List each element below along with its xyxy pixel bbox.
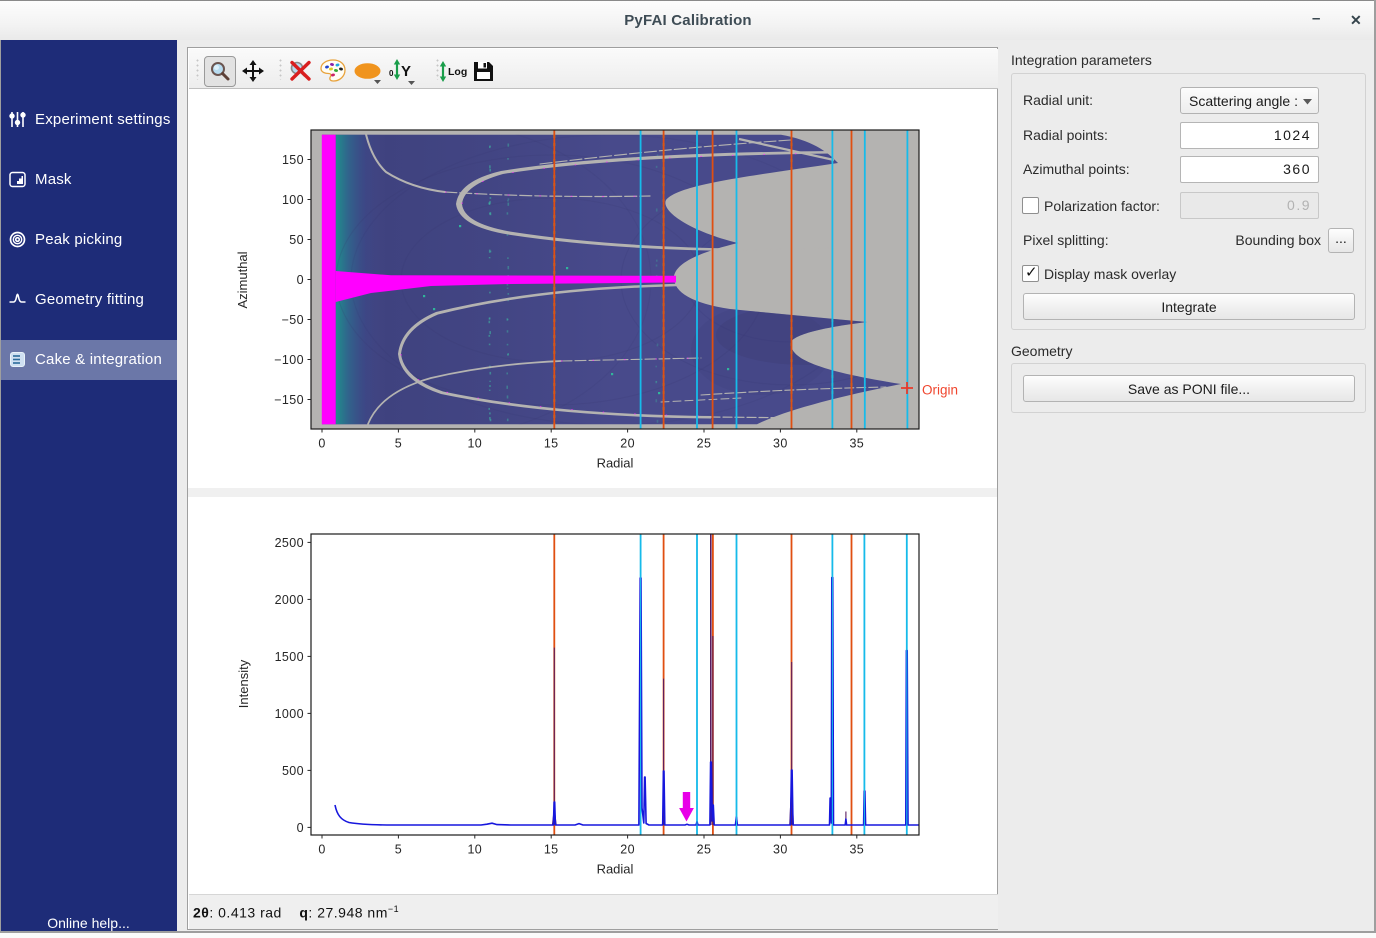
svg-text:10: 10 [467,843,482,857]
svg-text:Intensity: Intensity [236,659,251,708]
svg-text:35: 35 [849,437,864,451]
svg-text:150: 150 [282,153,304,167]
svg-text:Radial: Radial [597,862,634,877]
svg-text:30: 30 [773,843,788,857]
svg-text:10: 10 [467,437,482,451]
svg-text:35: 35 [849,843,864,857]
svg-text:0: 0 [297,273,304,287]
svg-text:2000: 2000 [275,593,304,607]
svg-text:50: 50 [289,233,304,247]
svg-text:500: 500 [282,764,304,778]
svg-text:1000: 1000 [275,707,304,721]
svg-text:Radial: Radial [597,456,634,471]
svg-text:25: 25 [697,437,712,451]
svg-text:Log: Log [448,66,467,78]
svg-text:15: 15 [544,437,559,451]
svg-text:20: 20 [620,843,635,857]
svg-text:30: 30 [773,437,788,451]
svg-text:5: 5 [395,437,402,451]
svg-text:0: 0 [318,437,325,451]
svg-text:5: 5 [395,843,402,857]
svg-text:25: 25 [697,843,712,857]
svg-text:2500: 2500 [275,536,304,550]
svg-text:−50: −50 [282,313,304,327]
svg-text:100: 100 [282,193,304,207]
svg-text:15: 15 [544,843,559,857]
svg-text:Azimuthal: Azimuthal [235,251,250,308]
svg-text:20: 20 [620,437,635,451]
svg-text:Origin: Origin [922,383,958,398]
svg-text:0: 0 [389,69,394,78]
svg-text:−100: −100 [274,353,304,367]
svg-text:−150: −150 [274,393,304,407]
svg-text:0: 0 [297,821,304,835]
svg-text:Y: Y [401,63,411,80]
svg-text:1500: 1500 [275,650,304,664]
svg-text:0: 0 [318,843,325,857]
